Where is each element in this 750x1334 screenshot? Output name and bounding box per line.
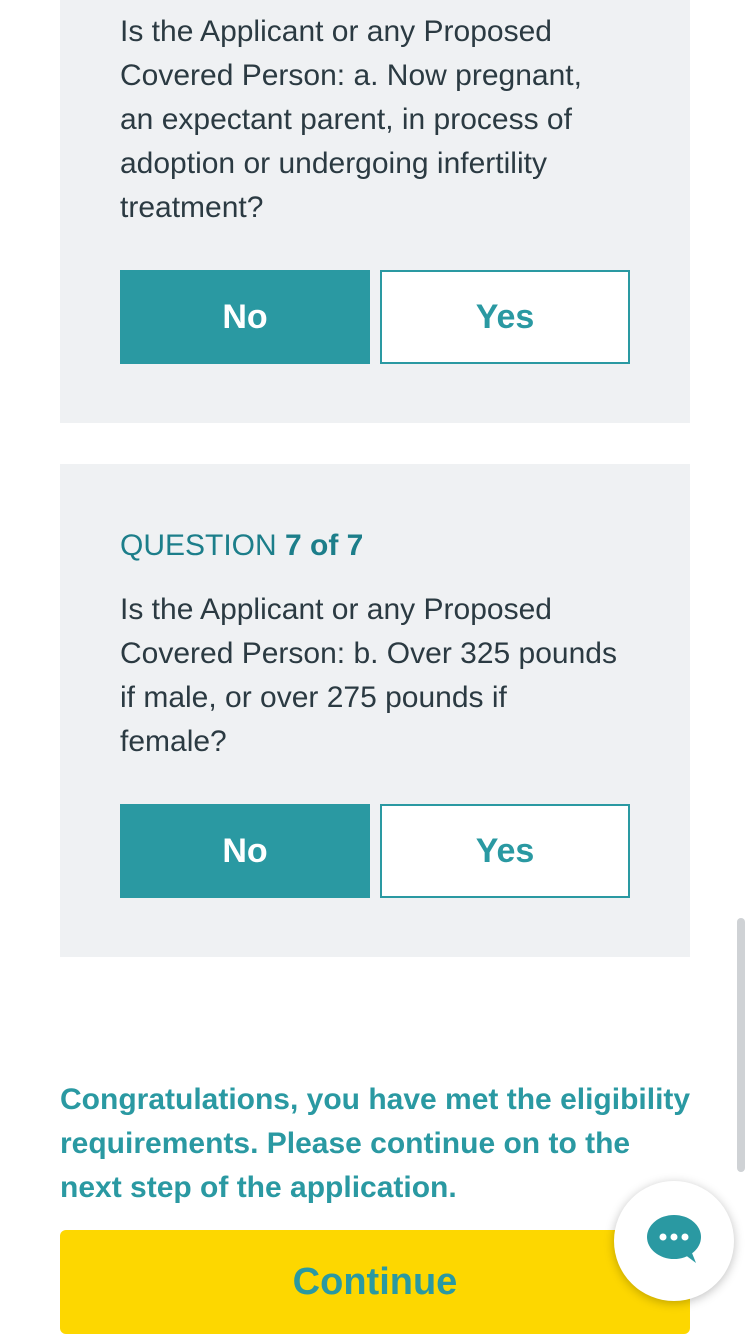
no-button[interactable]: No — [120, 804, 370, 898]
question-text: Is the Applicant or any Proposed Covered… — [120, 15, 582, 224]
question-counter-prefix: QUESTION — [120, 529, 286, 562]
question-counter: QUESTION 7 of 7 — [120, 524, 363, 568]
yes-button[interactable]: Yes — [380, 270, 630, 364]
scrollbar[interactable] — [737, 918, 745, 1172]
chat-bubble-icon — [646, 1214, 702, 1269]
continue-button[interactable]: Continue — [60, 1230, 690, 1334]
question-text: Is the Applicant or any Proposed Covered… — [120, 593, 617, 758]
answer-buttons: No Yes — [120, 804, 630, 898]
question-card-6: Is the Applicant or any Proposed Covered… — [60, 0, 690, 423]
page: Is the Applicant or any Proposed Covered… — [0, 0, 750, 1334]
question-counter-number: 7 of 7 — [285, 529, 364, 562]
eligibility-message: Congratulations, you have met the eligib… — [60, 1083, 691, 1204]
answer-buttons: No Yes — [120, 270, 630, 364]
no-button[interactable]: No — [120, 270, 370, 364]
chat-widget-button[interactable] — [614, 1181, 734, 1301]
yes-button[interactable]: Yes — [380, 804, 630, 898]
question-card-7: QUESTION 7 of 7 Is the Applicant or any … — [60, 464, 690, 957]
